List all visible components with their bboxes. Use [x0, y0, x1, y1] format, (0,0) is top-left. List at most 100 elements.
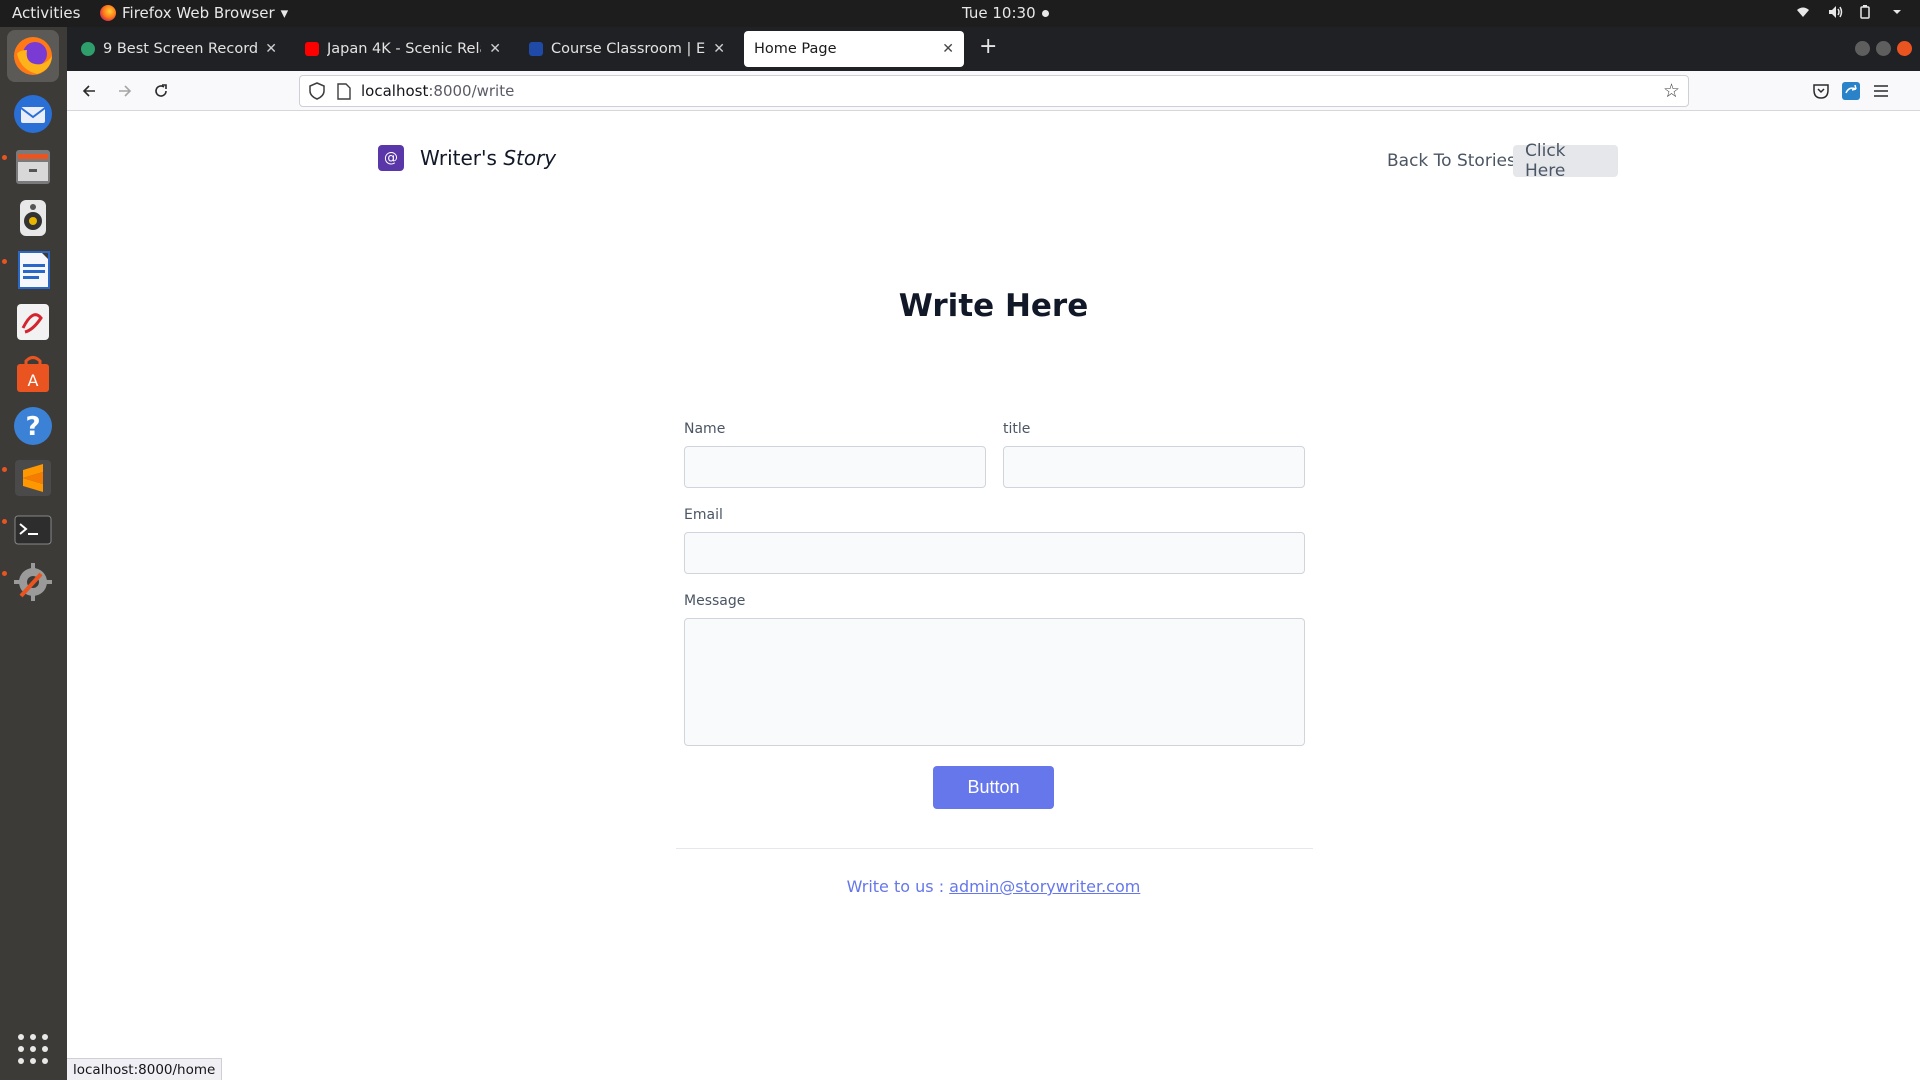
arrow-left-icon	[82, 85, 95, 97]
tracking-protection-icon[interactable]	[308, 82, 326, 100]
tab-title: 9 Best Screen Recorders f	[103, 41, 258, 57]
sync-extension-icon[interactable]	[1840, 80, 1862, 102]
url-host: localhost	[361, 82, 429, 100]
tab-japan-4k[interactable]: Japan 4K - Scenic Relaxati ✕	[295, 31, 511, 67]
bookmark-star-icon[interactable]: ☆	[1663, 80, 1680, 102]
url-text[interactable]: localhost:8000/write	[361, 82, 514, 100]
svg-text:?: ?	[25, 412, 40, 442]
activities-button[interactable]: Activities	[12, 4, 80, 22]
sublime-icon	[15, 460, 51, 496]
edureka-icon	[529, 42, 543, 56]
brand-main: Writer's	[420, 146, 504, 170]
file-cabinet-icon	[16, 150, 50, 184]
terminal-icon	[14, 515, 52, 545]
writer-icon	[18, 251, 50, 289]
brand-name: Writer's Story	[420, 146, 556, 170]
back-to-stories-link[interactable]: Back To Stories	[1387, 151, 1516, 171]
submit-button[interactable]: Button	[933, 766, 1054, 809]
at-sign-icon: @	[378, 145, 404, 171]
gnome-top-bar: Activities Firefox Web Browser ▾ Tue 10:…	[0, 0, 1920, 27]
click-here-button[interactable]: Click Here	[1513, 141, 1618, 181]
name-label: Name	[684, 421, 726, 437]
youtube-icon	[305, 42, 319, 56]
contact-email-link[interactable]: admin@storywriter.com	[949, 877, 1140, 896]
site-header: @ Writer's Story Back To Stories Click H…	[378, 134, 1618, 181]
notification-dot	[1041, 9, 1049, 17]
dock-libreoffice-writer[interactable]	[7, 244, 59, 296]
svg-text:A: A	[28, 371, 39, 390]
email-field[interactable]	[684, 532, 1305, 574]
clock-label: Tue 10:30	[962, 4, 1036, 22]
pocket-icon[interactable]	[1810, 80, 1832, 102]
globe-icon	[81, 42, 95, 56]
system-menu-icon	[1892, 5, 1906, 19]
page-icon[interactable]	[337, 83, 351, 100]
message-field[interactable]	[684, 618, 1305, 746]
clock[interactable]: Tue 10:30	[962, 4, 1049, 22]
shopping-bag-icon: A	[17, 356, 49, 392]
close-icon[interactable]: ✕	[489, 41, 501, 57]
tab-title: Home Page	[754, 41, 837, 57]
page-title: Write Here	[898, 288, 1089, 324]
reload-button[interactable]	[149, 79, 173, 103]
web-page: @ Writer's Story Back To Stories Click H…	[67, 112, 1920, 1080]
firefox-icon	[14, 37, 52, 75]
close-icon[interactable]: ✕	[713, 41, 725, 57]
tab-title: Course Classroom | Edure	[551, 41, 706, 57]
dock-firefox[interactable]	[7, 30, 59, 82]
dock-rhythmbox[interactable]	[7, 192, 59, 244]
window-controls	[1855, 41, 1912, 56]
navigation-toolbar: localhost:8000/write ☆	[67, 71, 1920, 111]
dock-files[interactable]	[7, 140, 59, 192]
message-label: Message	[684, 593, 746, 609]
tab-screen-recorders[interactable]: 9 Best Screen Recorders f ✕	[71, 31, 287, 67]
contact-prefix: Write to us :	[846, 877, 950, 896]
divider	[676, 848, 1313, 849]
dock-terminal[interactable]	[7, 504, 59, 556]
hamburger-menu-icon[interactable]	[1870, 80, 1892, 102]
dock-help[interactable]: ?	[7, 400, 59, 452]
link-status-bar: localhost:8000/home	[67, 1058, 223, 1080]
email-label: Email	[684, 507, 723, 523]
minimize-button[interactable]	[1855, 41, 1870, 56]
settings-icon	[14, 563, 52, 601]
maximize-button[interactable]	[1876, 41, 1891, 56]
close-window-button[interactable]	[1897, 41, 1912, 56]
dock-document-viewer[interactable]	[7, 296, 59, 348]
help-icon: ?	[14, 407, 52, 445]
pdf-viewer-icon	[17, 304, 49, 340]
close-icon[interactable]: ✕	[942, 41, 954, 57]
name-field[interactable]	[684, 446, 986, 488]
app-menu[interactable]: Firefox Web Browser ▾	[100, 4, 288, 22]
brand-italic: Story	[503, 146, 557, 170]
back-button[interactable]	[77, 79, 101, 103]
contact-line: Write to us : admin@storywriter.com	[67, 877, 1920, 896]
title-label: title	[1003, 421, 1031, 437]
reload-icon	[155, 84, 167, 97]
close-icon[interactable]: ✕	[265, 41, 277, 57]
firefox-icon	[100, 5, 116, 21]
url-bar[interactable]: localhost:8000/write ☆	[299, 75, 1689, 107]
tab-strip: 9 Best Screen Recorders f ✕ Japan 4K - S…	[67, 27, 1920, 71]
tab-title: Japan 4K - Scenic Relaxati	[327, 41, 481, 57]
site-logo[interactable]: @ Writer's Story	[378, 145, 556, 171]
tab-course-classroom[interactable]: Course Classroom | Edure ✕	[519, 31, 735, 67]
tab-home-page[interactable]: Home Page ✕	[744, 31, 964, 67]
system-tray[interactable]	[1796, 5, 1906, 19]
mail-icon	[14, 95, 52, 133]
volume-icon	[1828, 5, 1843, 19]
dock: A ?	[0, 27, 67, 1080]
app-menu-label: Firefox Web Browser	[122, 4, 275, 22]
title-field[interactable]	[1003, 446, 1305, 488]
grid-icon[interactable]	[18, 1034, 48, 1064]
battery-icon	[1860, 5, 1874, 19]
chevron-down-icon: ▾	[280, 4, 289, 22]
new-tab-button[interactable]: +	[979, 34, 997, 59]
dock-sublime-text[interactable]	[7, 452, 59, 504]
forward-button[interactable]	[113, 79, 137, 103]
dock-thunderbird[interactable]	[7, 88, 59, 140]
dock-ubuntu-software[interactable]: A	[7, 348, 59, 400]
url-path: :8000/write	[428, 82, 515, 100]
dock-settings[interactable]	[7, 556, 59, 608]
speaker-icon	[20, 200, 46, 236]
